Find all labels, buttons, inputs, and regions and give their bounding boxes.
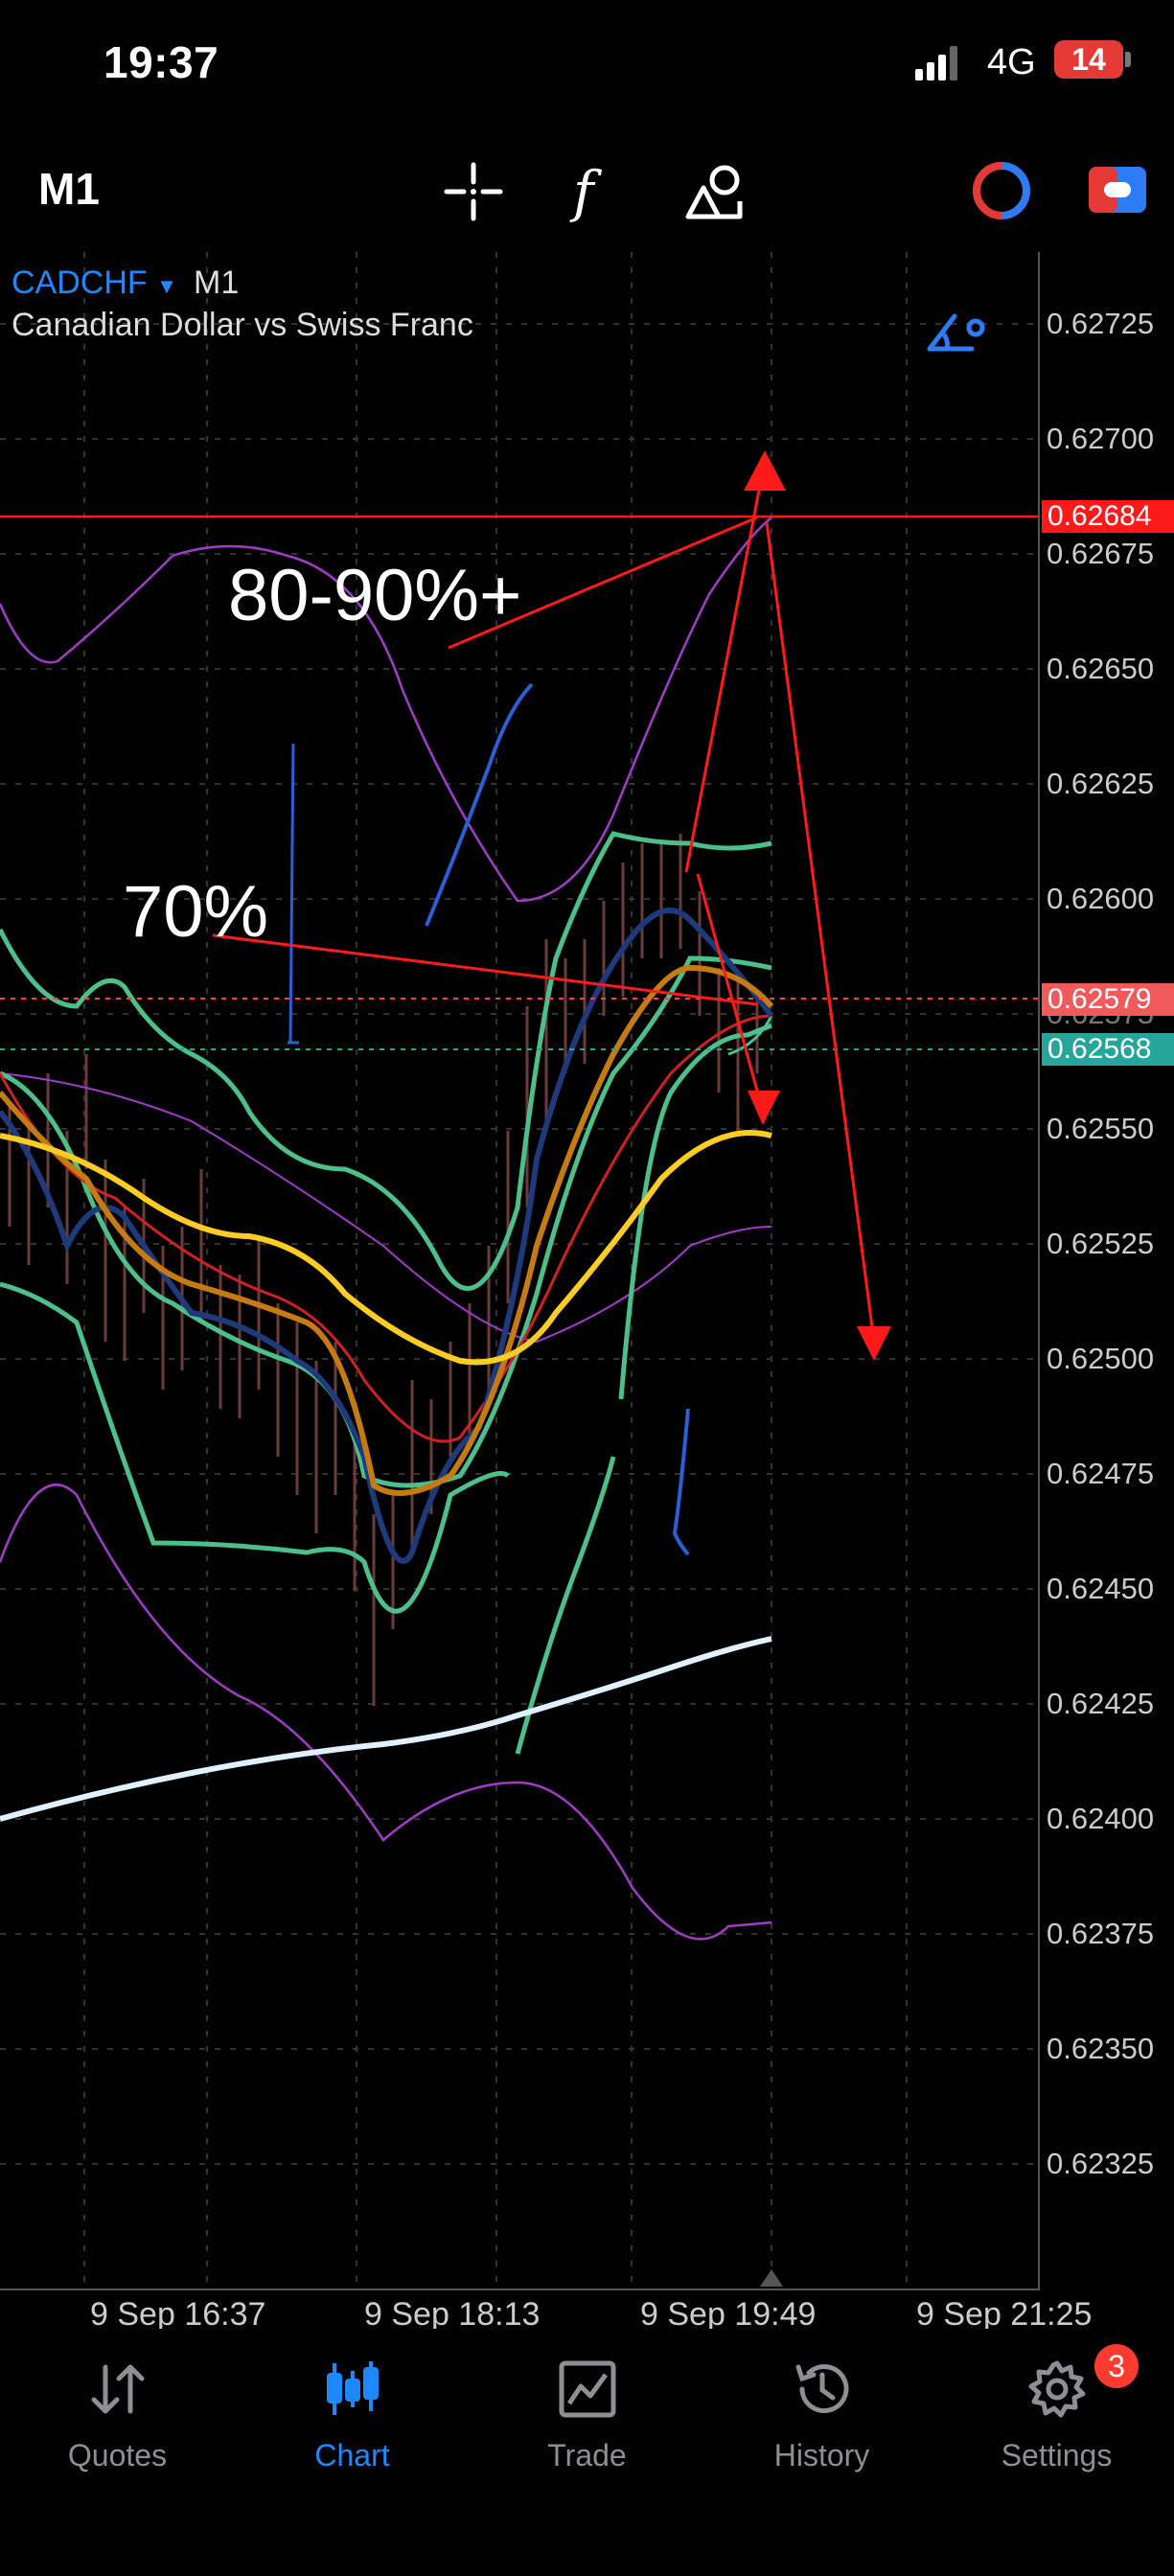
trade-panel-icon[interactable] [1087, 163, 1148, 218]
bid-price-label: 0.62568 [1042, 1033, 1174, 1066]
price-tick: 0.62450 [1047, 1572, 1155, 1605]
account-chart-icon[interactable] [970, 159, 1033, 222]
price-tick: 0.62350 [1047, 2032, 1155, 2065]
price-tick: 0.62475 [1047, 1457, 1155, 1490]
objects-icon[interactable] [682, 159, 746, 222]
ask-price-label: 0.62579 [1042, 983, 1174, 1016]
trade-levels-icon[interactable] [926, 307, 987, 355]
price-tick: 0.62400 [1047, 1802, 1155, 1835]
price-tick: 0.62500 [1047, 1342, 1155, 1375]
price-tick: 0.62425 [1047, 1687, 1155, 1720]
level-price-label: 0.62684 [1042, 500, 1174, 533]
status-time: 19:37 [104, 37, 219, 87]
price-tick: 0.62550 [1047, 1112, 1155, 1145]
chart-timeframe: M1 [194, 264, 240, 301]
nav-settings-label: Settings [1001, 2438, 1113, 2472]
price-tick: 0.62600 [1047, 882, 1155, 915]
symbol-description: Canadian Dollar vs Swiss Franc [12, 307, 473, 343]
battery-cap [1125, 52, 1131, 67]
svg-text:f: f [569, 159, 603, 224]
price-tick: 0.62325 [1047, 2147, 1155, 2180]
price-tick: 0.62675 [1047, 537, 1155, 570]
nav-chart-label: Chart [314, 2438, 390, 2472]
dropdown-triangle-icon: ▼ [156, 274, 177, 298]
network-type: 4G [987, 42, 1036, 82]
crosshair-icon[interactable] [443, 161, 504, 222]
nav-history-label: History [773, 2438, 870, 2472]
chart-icon [327, 2361, 379, 2415]
settings-badge: 3 [1094, 2344, 1139, 2388]
history-icon [795, 2364, 849, 2414]
price-tick: 0.62525 [1047, 1227, 1155, 1260]
battery-level: 14 [1054, 40, 1123, 79]
annotation-upper: 80-90%+ [228, 555, 522, 636]
symbol-selector[interactable]: CADCHF ▼ [12, 264, 177, 302]
timeframe-button[interactable]: M1 [38, 163, 100, 215]
indicators-icon[interactable]: f [567, 159, 615, 224]
nav-settings[interactable]: Settings [939, 2338, 1174, 2482]
signal-icon [915, 46, 957, 80]
settings-icon [1028, 2360, 1086, 2418]
price-tick: 0.62725 [1047, 307, 1155, 340]
price-tick: 0.62375 [1047, 1917, 1155, 1950]
price-tick: 0.62650 [1047, 652, 1155, 685]
nav-trade[interactable]: Trade [470, 2338, 704, 2482]
nav-quotes[interactable]: Quotes [0, 2338, 235, 2482]
nav-history[interactable]: History [704, 2338, 939, 2482]
trade-icon [559, 2360, 616, 2418]
price-tick: 0.62700 [1047, 422, 1155, 455]
quotes-icon [91, 2364, 145, 2414]
price-tick: 0.62625 [1047, 767, 1155, 800]
nav-chart[interactable]: Chart [235, 2338, 470, 2482]
nav-quotes-label: Quotes [67, 2438, 168, 2472]
nav-trade-label: Trade [547, 2438, 627, 2472]
annotation-lower: 70% [123, 871, 269, 953]
symbol-name[interactable]: CADCHF [12, 264, 148, 301]
